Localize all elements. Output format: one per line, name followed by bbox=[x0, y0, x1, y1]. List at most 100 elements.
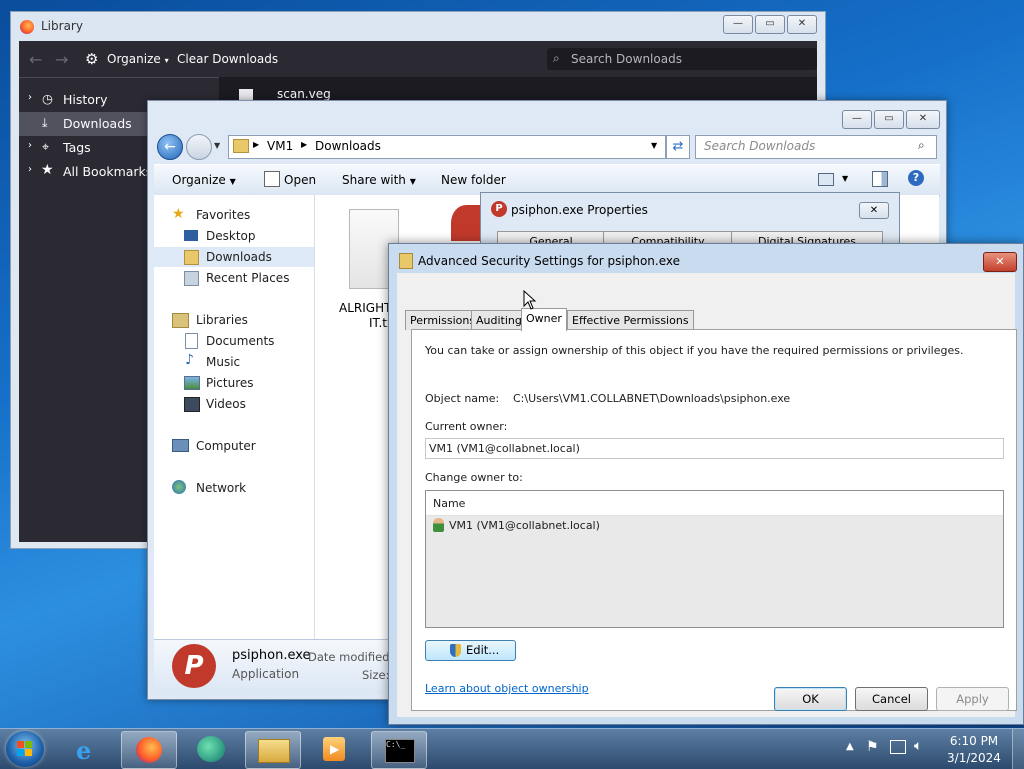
chevron-down-icon[interactable]: ▼ bbox=[842, 174, 848, 183]
current-owner-value: VM1 (VM1@collabnet.local) bbox=[429, 442, 580, 455]
start-button[interactable] bbox=[6, 731, 44, 767]
ok-button[interactable]: OK bbox=[774, 687, 847, 711]
open-button[interactable]: Open bbox=[284, 173, 316, 187]
cancel-button[interactable]: Cancel bbox=[855, 687, 928, 711]
chevron-right-icon: › bbox=[28, 140, 32, 151]
taskbar-cmd[interactable]: C:\_ bbox=[371, 731, 427, 769]
nav-recent-places[interactable]: Recent Places bbox=[154, 268, 314, 288]
taskbar-explorer[interactable] bbox=[245, 731, 301, 769]
minimize-button[interactable]: — bbox=[723, 15, 753, 34]
nav-label: Network bbox=[196, 481, 247, 495]
taskbar-app-green[interactable] bbox=[184, 731, 238, 767]
user-icon bbox=[433, 518, 444, 532]
download-icon: ⤓ bbox=[42, 115, 48, 130]
library-title: Library bbox=[41, 19, 83, 33]
details-size-label: Size: bbox=[362, 668, 390, 682]
taskbar-media[interactable]: ▶ bbox=[308, 731, 362, 767]
change-owner-label: Change owner to: bbox=[425, 471, 523, 484]
network-icon bbox=[172, 480, 186, 494]
tag-icon: ⌖ bbox=[42, 139, 50, 154]
back-arrow-icon[interactable]: ← bbox=[29, 50, 42, 69]
close-button[interactable]: ✕ bbox=[906, 110, 940, 129]
maximize-button[interactable]: ▭ bbox=[755, 15, 785, 34]
psiphon-file-icon[interactable] bbox=[451, 205, 481, 241]
intro-text: You can take or assign ownership of this… bbox=[425, 344, 964, 357]
maximize-button[interactable]: ▭ bbox=[874, 110, 904, 129]
sidebar-item-label: Downloads bbox=[63, 116, 132, 131]
learn-ownership-link[interactable]: Learn about object ownership bbox=[425, 682, 589, 695]
nav-label: Favorites bbox=[196, 208, 251, 222]
clock-date[interactable]: 3/1/2024 bbox=[944, 751, 1004, 765]
clock-icon: ◷ bbox=[42, 91, 53, 106]
action-center-flag-icon[interactable]: ⚑ bbox=[866, 739, 879, 755]
explorer-search-input[interactable]: Search Downloads ⌕ bbox=[695, 135, 937, 159]
play-icon: ▶ bbox=[330, 742, 340, 756]
nav-pictures[interactable]: Pictures bbox=[154, 373, 314, 393]
edit-button-label: Edit... bbox=[466, 643, 500, 657]
show-desktop-button[interactable] bbox=[1012, 729, 1024, 769]
nav-network[interactable]: Network bbox=[154, 478, 314, 498]
folder-icon bbox=[233, 139, 249, 153]
folder-icon bbox=[258, 739, 290, 763]
nav-videos[interactable]: Videos bbox=[154, 394, 314, 414]
nav-music[interactable]: ♪ Music bbox=[154, 352, 314, 372]
file-name[interactable]: ALRIGHT bbox=[339, 301, 391, 315]
breadcrumb-item[interactable]: VM1 bbox=[267, 139, 293, 153]
recent-pages-icon[interactable]: ▼ bbox=[214, 141, 220, 150]
tab-auditing[interactable]: Auditing bbox=[471, 310, 527, 330]
minimize-button[interactable]: — bbox=[842, 110, 872, 129]
network-tray-icon[interactable] bbox=[890, 740, 906, 754]
apply-button[interactable]: Apply bbox=[936, 687, 1009, 711]
psiphon-logo-icon: P bbox=[491, 201, 507, 217]
nav-desktop[interactable]: Desktop bbox=[154, 226, 314, 246]
tab-permissions[interactable]: Permissions bbox=[405, 310, 481, 330]
preview-pane-icon[interactable] bbox=[872, 171, 888, 187]
show-hidden-icons-icon[interactable]: ▲ bbox=[846, 741, 854, 752]
organize-button[interactable]: Organize ▼ bbox=[172, 173, 236, 187]
list-header[interactable]: Name bbox=[426, 491, 1003, 516]
refresh-icon[interactable]: ⇄ bbox=[666, 135, 690, 159]
organize-menu[interactable]: Organize ▾ bbox=[107, 52, 169, 66]
library-titlebar[interactable] bbox=[11, 12, 825, 41]
object-name-label: Object name: bbox=[425, 392, 500, 405]
uac-shield-icon bbox=[450, 644, 461, 657]
recent-places-icon bbox=[184, 271, 199, 286]
nav-libraries[interactable]: Libraries bbox=[154, 310, 314, 330]
download-item-name[interactable]: scan.veg bbox=[277, 87, 331, 101]
taskbar-firefox[interactable] bbox=[121, 731, 177, 769]
mouse-cursor-icon bbox=[523, 290, 537, 310]
pictures-icon bbox=[184, 376, 200, 390]
close-button[interactable]: ✕ bbox=[859, 202, 889, 219]
chevron-down-icon[interactable]: ▼ bbox=[651, 141, 657, 150]
chevron-right-icon: › bbox=[28, 164, 32, 175]
nav-downloads[interactable]: Downloads bbox=[154, 247, 314, 267]
clock-time[interactable]: 6:10 PM bbox=[944, 734, 1004, 748]
forward-button[interactable] bbox=[186, 134, 212, 160]
close-button[interactable]: ✕ bbox=[983, 252, 1017, 272]
list-item[interactable]: VM1 (VM1@collabnet.local) bbox=[426, 516, 1003, 534]
volume-muted-icon[interactable]: 🔈︎ bbox=[914, 738, 922, 754]
taskbar-ie[interactable]: e bbox=[62, 731, 116, 767]
help-icon[interactable]: ? bbox=[908, 170, 924, 186]
star-icon: ★ bbox=[41, 162, 54, 178]
share-with-button[interactable]: Share with ▼ bbox=[342, 173, 416, 187]
nav-label: Downloads bbox=[206, 250, 272, 264]
breadcrumb-item[interactable]: Downloads bbox=[315, 139, 381, 153]
close-button[interactable]: ✕ bbox=[787, 15, 817, 34]
downloads-search-input[interactable]: ⌕ Search Downloads bbox=[547, 48, 817, 70]
forward-arrow-icon[interactable]: → bbox=[55, 50, 68, 69]
nav-favorites[interactable]: ★ Favorites bbox=[154, 205, 314, 225]
view-icon[interactable] bbox=[818, 173, 834, 186]
gear-icon: ⚙ bbox=[85, 50, 99, 68]
column-header-name: Name bbox=[433, 497, 466, 510]
new-folder-button[interactable]: New folder bbox=[441, 173, 506, 187]
clear-downloads-button[interactable]: Clear Downloads bbox=[177, 52, 278, 66]
nav-documents[interactable]: Documents bbox=[154, 331, 314, 351]
address-bar[interactable]: ▶ VM1 ▶ Downloads ▼ bbox=[228, 135, 666, 159]
navigation-pane: ★ Favorites Desktop Downloads Recent Plac… bbox=[154, 195, 315, 639]
nav-computer[interactable]: Computer bbox=[154, 436, 314, 456]
owner-list[interactable]: Name VM1 (VM1@collabnet.local) bbox=[425, 490, 1004, 628]
tab-effective-permissions[interactable]: Effective Permissions bbox=[567, 310, 694, 330]
edit-button[interactable]: Edit... bbox=[425, 640, 516, 661]
back-button[interactable]: ← bbox=[157, 134, 183, 160]
